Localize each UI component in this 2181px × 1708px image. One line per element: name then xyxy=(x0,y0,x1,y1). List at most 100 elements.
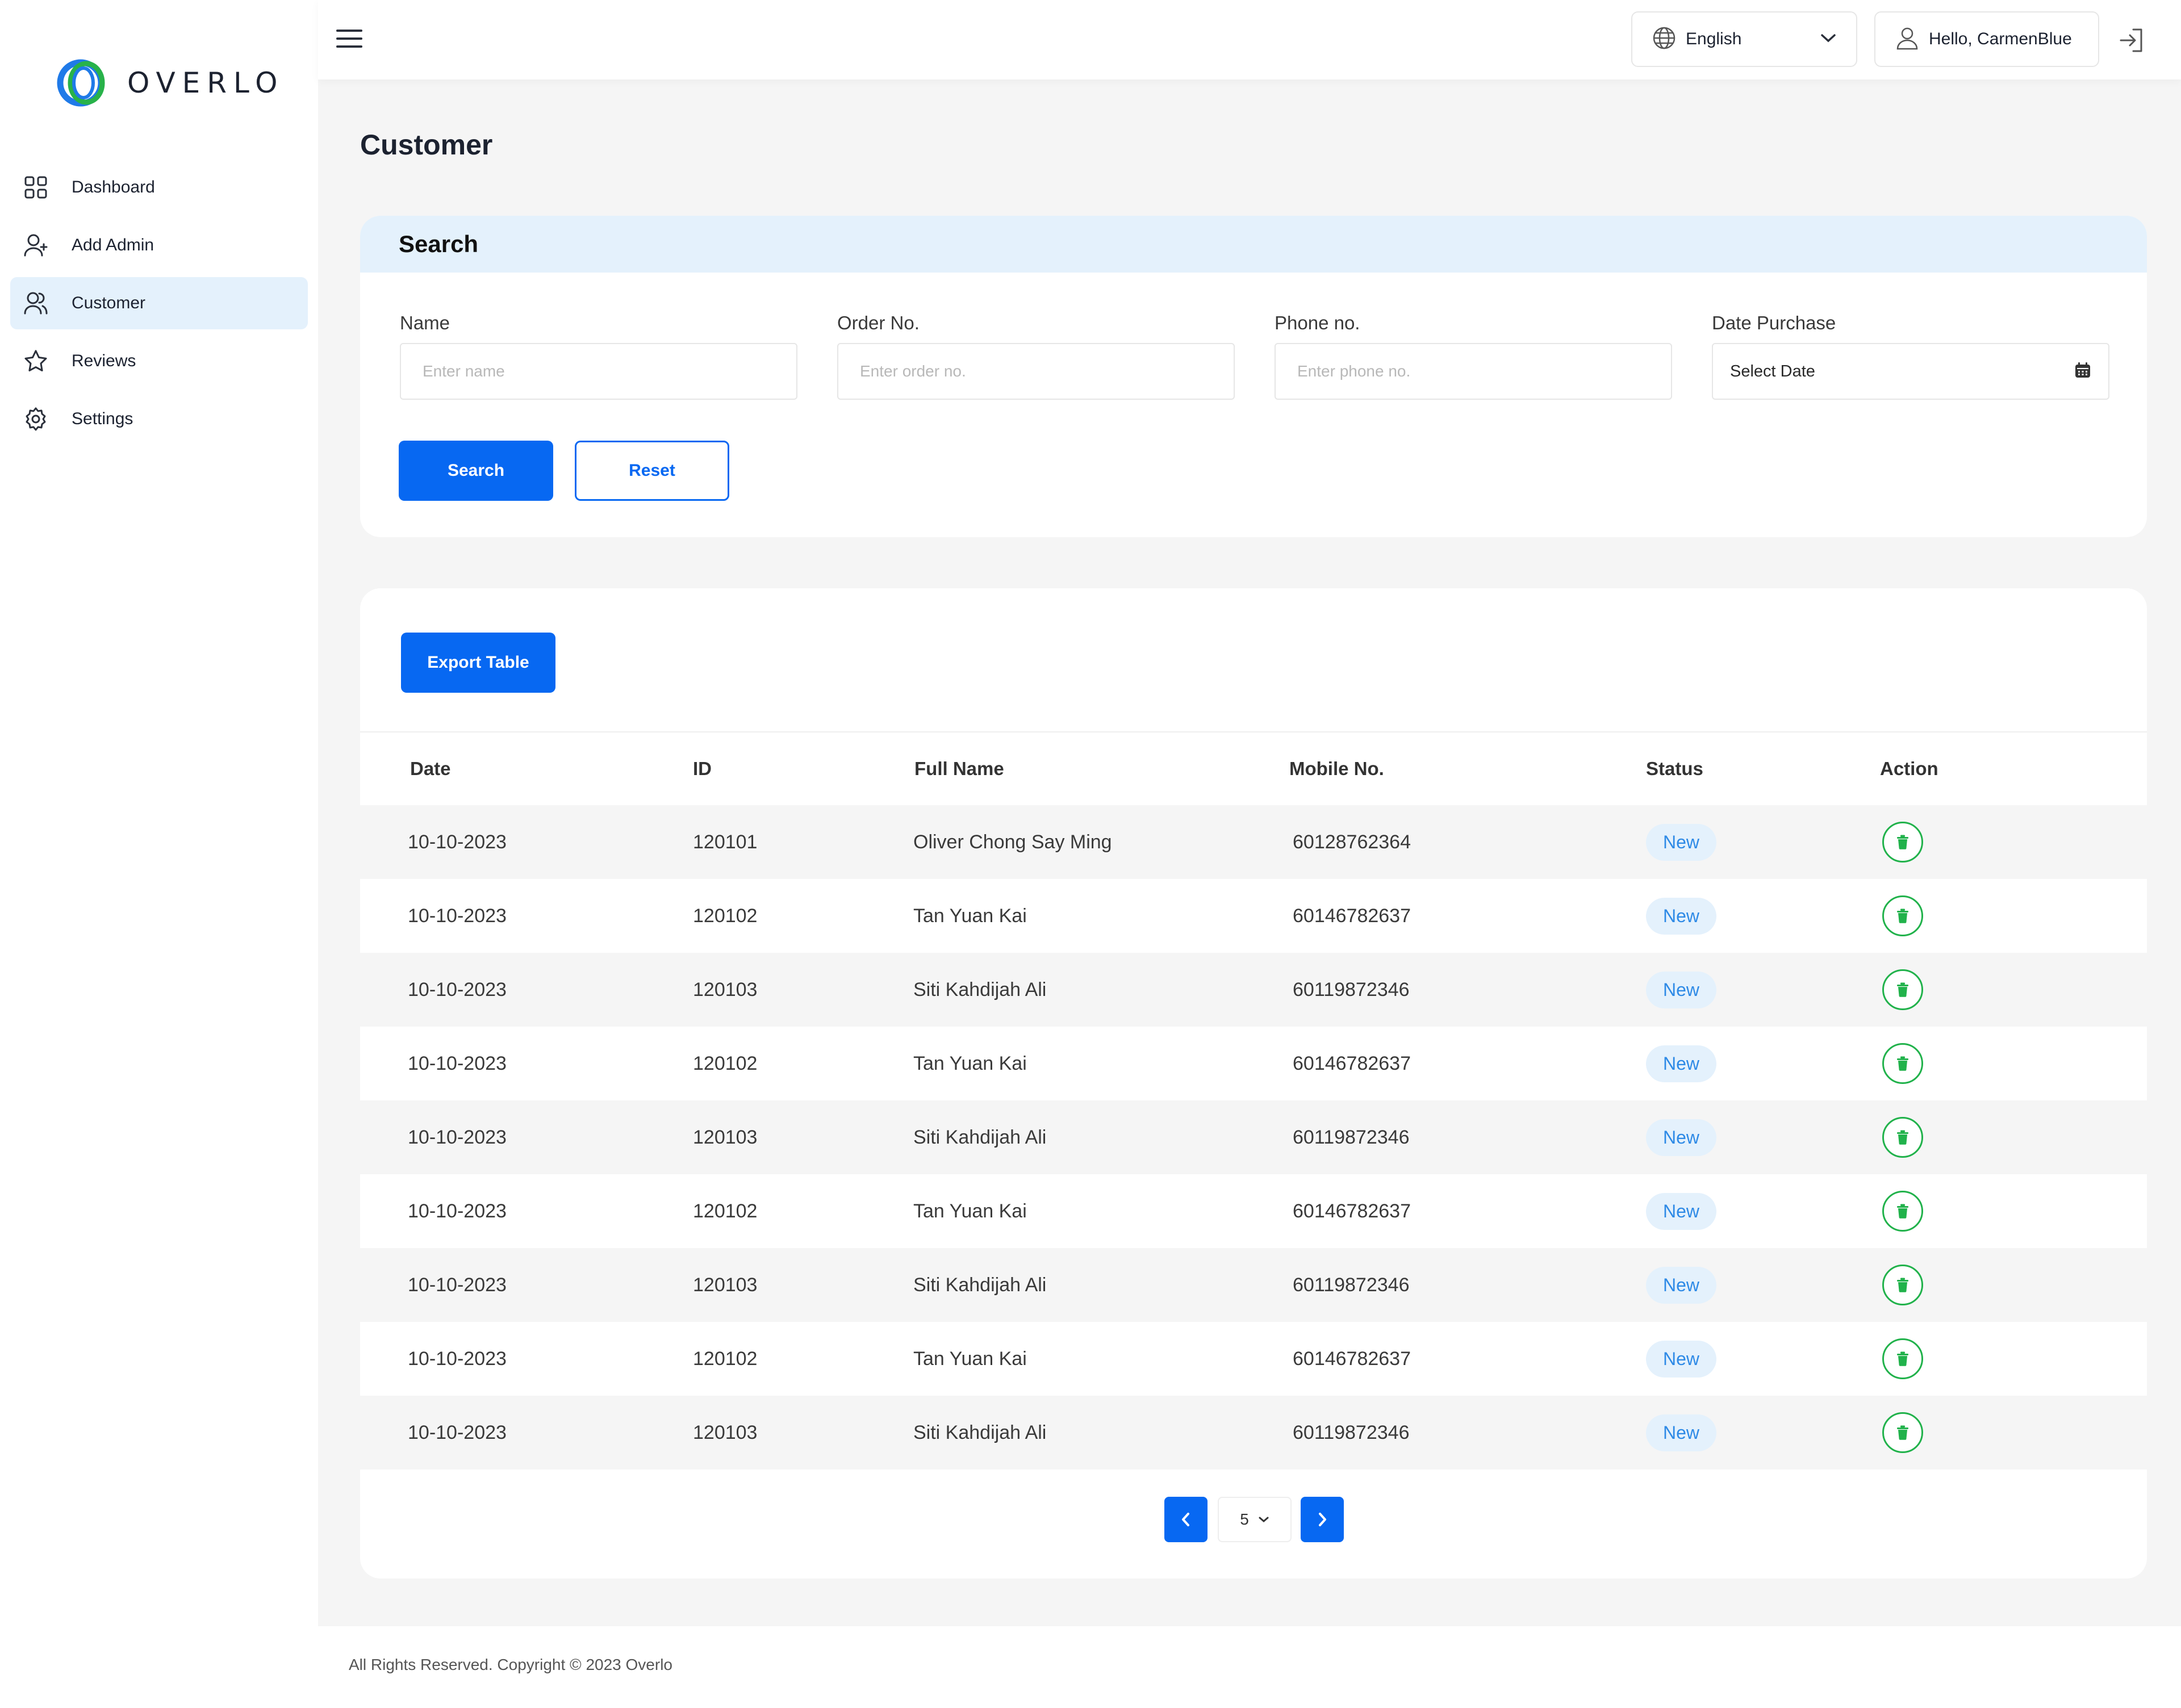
users-icon xyxy=(23,290,49,316)
cell-id: 120103 xyxy=(693,1126,758,1148)
phone-field-group: Phone no. xyxy=(1275,312,1672,400)
cell-action xyxy=(1882,1100,1923,1174)
order-input[interactable] xyxy=(837,343,1235,400)
customer-table-panel: Export Table Date ID Full Name Mobile No… xyxy=(360,588,2147,1579)
trash-icon xyxy=(1897,909,1908,923)
column-header-date: Date xyxy=(410,758,451,779)
cell-full-name: Tan Yuan Kai xyxy=(913,1052,1027,1074)
cell-id: 120102 xyxy=(693,1052,758,1074)
cell-mobile: 60128762364 xyxy=(1293,831,1411,853)
cell-mobile: 60146782637 xyxy=(1293,905,1411,927)
next-page-button[interactable] xyxy=(1301,1497,1344,1542)
cell-full-name: Tan Yuan Kai xyxy=(913,1200,1027,1222)
sidebar-item-label: Settings xyxy=(72,409,133,428)
delete-button[interactable] xyxy=(1882,895,1923,936)
cell-status: New xyxy=(1646,879,1717,953)
column-header-action: Action xyxy=(1880,758,1938,779)
globe-icon xyxy=(1652,26,1677,53)
table-row: 10-10-2023 120102 Tan Yuan Kai 60146782637 N… xyxy=(360,1174,2147,1248)
cell-status: New xyxy=(1646,1322,1717,1396)
name-input[interactable] xyxy=(400,343,797,400)
table-row: 10-10-2023 120103 Siti Kahdijah Ali 6011987… xyxy=(360,1248,2147,1322)
cell-full-name: Tan Yuan Kai xyxy=(913,905,1027,927)
table-header: Date ID Full Name Mobile No. Status Acti… xyxy=(360,732,2147,805)
column-header-full-name: Full Name xyxy=(914,758,1004,779)
cell-date: 10-10-2023 xyxy=(408,905,507,927)
menu-toggle-icon[interactable] xyxy=(335,26,364,51)
page-size-value: 5 xyxy=(1240,1510,1249,1528)
logo-text: OVERLO xyxy=(127,66,285,99)
page-size-select[interactable]: 5 xyxy=(1218,1497,1292,1542)
status-badge: New xyxy=(1646,1045,1717,1082)
name-label: Name xyxy=(400,312,450,333)
cell-id: 120102 xyxy=(693,1347,758,1370)
search-button[interactable]: Search xyxy=(399,441,553,501)
date-picker[interactable]: Select Date xyxy=(1712,343,2109,400)
delete-button[interactable] xyxy=(1882,1412,1923,1453)
grid-icon xyxy=(23,174,49,200)
cell-mobile: 60119872346 xyxy=(1293,1274,1410,1296)
sidebar-item-dashboard[interactable]: Dashboard xyxy=(10,161,308,214)
delete-button[interactable] xyxy=(1882,969,1923,1010)
cell-full-name: Siti Kahdijah Ali xyxy=(913,1126,1047,1148)
cell-date: 10-10-2023 xyxy=(408,1052,507,1074)
trash-icon xyxy=(1897,1278,1908,1292)
cell-full-name: Siti Kahdijah Ali xyxy=(913,1274,1047,1296)
table-body: 10-10-2023 120101 Oliver Chong Say Ming 601… xyxy=(360,805,2147,1470)
sidebar: OVERLO Dashboard Add Admin Customer Revi… xyxy=(0,0,318,1708)
search-panel-header: Search xyxy=(360,216,2147,273)
logout-icon[interactable] xyxy=(2117,26,2146,55)
footer-copyright: All Rights Reserved. Copyright © 2023 Ov… xyxy=(349,1656,672,1673)
cell-status: New xyxy=(1646,1396,1717,1470)
logo[interactable]: OVERLO xyxy=(57,59,284,107)
delete-button[interactable] xyxy=(1882,1043,1923,1084)
date-field-group: Date Purchase Select Date xyxy=(1712,312,2109,400)
order-field-group: Order No. xyxy=(837,312,1235,400)
sidebar-item-customer[interactable]: Customer xyxy=(10,277,308,329)
trash-icon xyxy=(1897,1204,1908,1219)
delete-button[interactable] xyxy=(1882,1265,1923,1305)
prev-page-button[interactable] xyxy=(1164,1497,1208,1542)
status-badge: New xyxy=(1646,971,1717,1008)
cell-action xyxy=(1882,1027,1923,1100)
user-menu[interactable]: Hello, CarmenBlue xyxy=(1874,11,2099,67)
table-row: 10-10-2023 120101 Oliver Chong Say Ming 601… xyxy=(360,805,2147,879)
delete-button[interactable] xyxy=(1882,1338,1923,1379)
name-field-group: Name xyxy=(400,312,797,400)
cell-date: 10-10-2023 xyxy=(408,1200,507,1222)
sidebar-item-add-admin[interactable]: Add Admin xyxy=(10,219,308,271)
table-toolbar: Export Table xyxy=(360,588,2147,732)
calendar-icon xyxy=(2074,362,2091,382)
chevron-left-icon xyxy=(1182,1513,1189,1526)
date-picker-value: Select Date xyxy=(1730,362,1815,380)
cell-id: 120103 xyxy=(693,978,758,1000)
cell-date: 10-10-2023 xyxy=(408,1126,507,1148)
trash-icon xyxy=(1897,1425,1908,1440)
sidebar-item-label: Customer xyxy=(72,294,146,312)
phone-input[interactable] xyxy=(1275,343,1672,400)
column-header-id: ID xyxy=(693,758,712,779)
export-table-button[interactable]: Export Table xyxy=(401,633,555,693)
trash-icon xyxy=(1897,1130,1908,1145)
search-panel-title: Search xyxy=(399,231,479,257)
cell-action xyxy=(1882,953,1923,1027)
language-select[interactable]: English xyxy=(1631,11,1857,67)
page-title: Customer xyxy=(360,129,493,161)
delete-button[interactable] xyxy=(1882,1117,1923,1158)
delete-button[interactable] xyxy=(1882,1191,1923,1232)
cell-action xyxy=(1882,1248,1923,1322)
delete-button[interactable] xyxy=(1882,822,1923,863)
cell-mobile: 60119872346 xyxy=(1293,1126,1410,1148)
pagination: 5 xyxy=(360,1497,2147,1542)
cell-status: New xyxy=(1646,953,1717,1027)
cell-id: 120103 xyxy=(693,1421,758,1443)
sidebar-item-label: Add Admin xyxy=(72,236,154,254)
status-badge: New xyxy=(1646,823,1717,861)
column-header-status: Status xyxy=(1646,758,1703,779)
sidebar-item-settings[interactable]: Settings xyxy=(10,393,308,445)
chevron-down-icon xyxy=(1820,32,1837,47)
sidebar-nav: Dashboard Add Admin Customer Reviews Set… xyxy=(10,161,308,451)
status-badge: New xyxy=(1646,1119,1717,1156)
reset-button[interactable]: Reset xyxy=(575,441,729,501)
sidebar-item-reviews[interactable]: Reviews xyxy=(10,335,308,387)
